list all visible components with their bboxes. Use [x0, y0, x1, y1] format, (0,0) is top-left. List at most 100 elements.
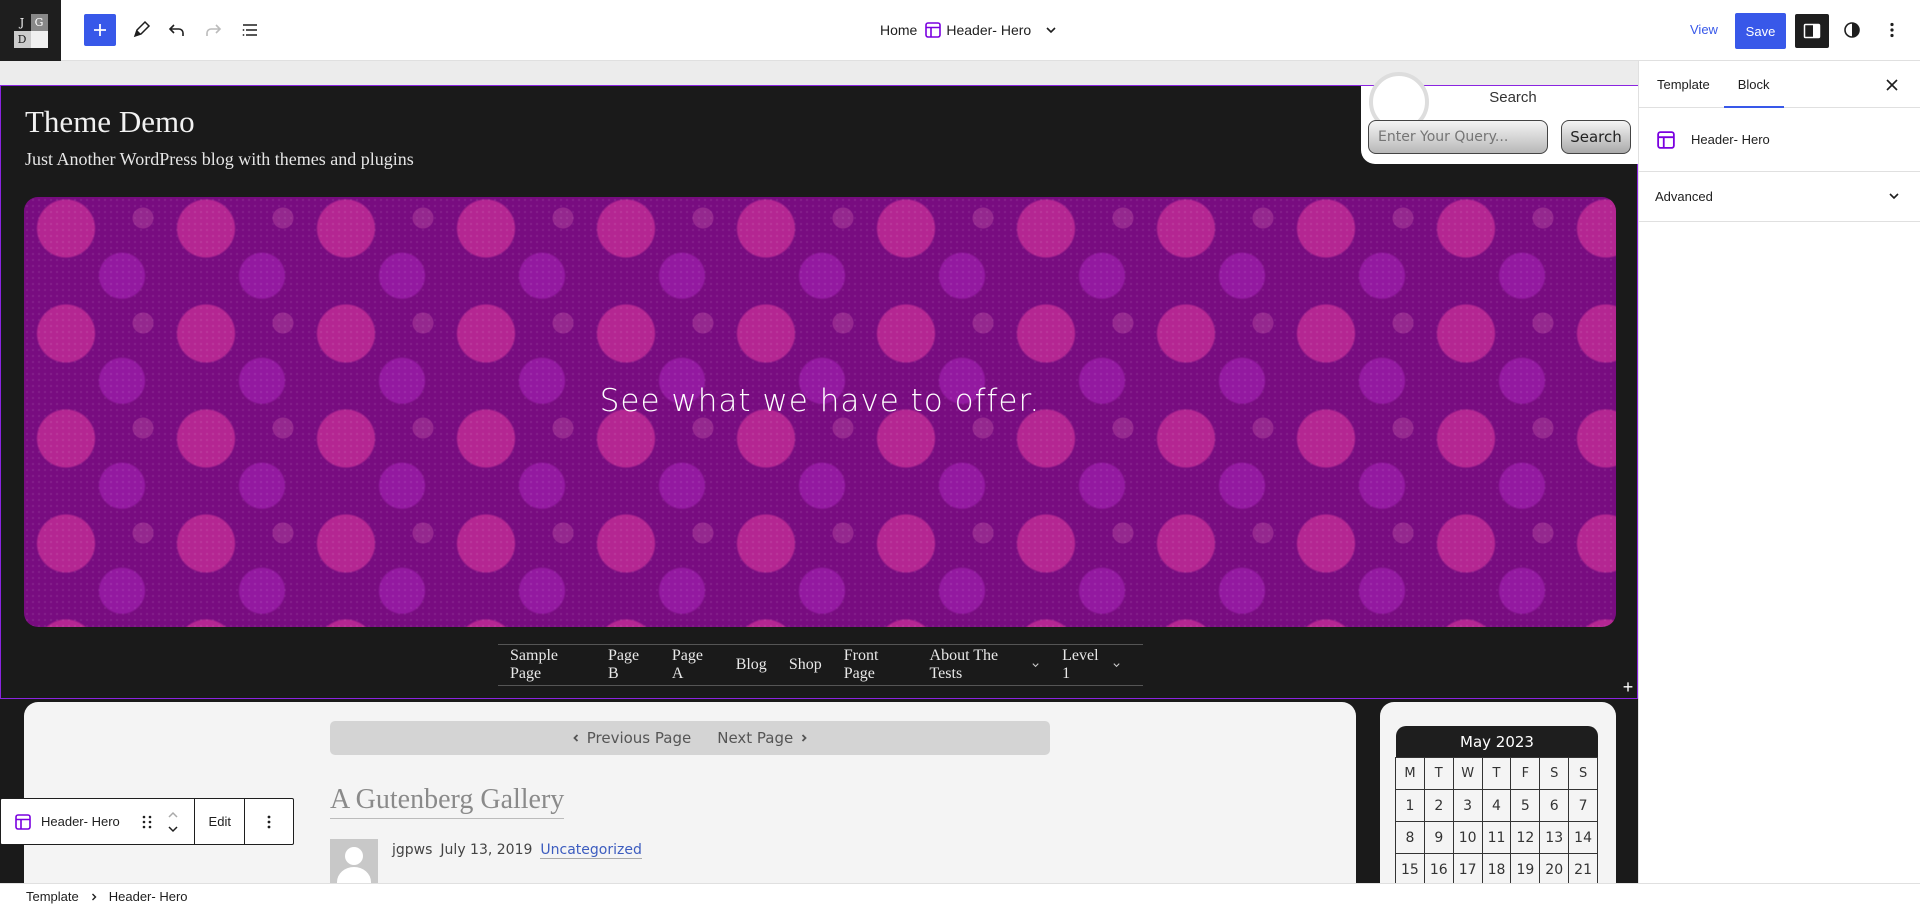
calendar-weekday: S	[1539, 757, 1570, 790]
chevron-down-icon	[1032, 663, 1039, 668]
tools-button[interactable]	[125, 14, 157, 46]
calendar-weekday: T	[1423, 757, 1454, 790]
post-date: July 13, 2019	[440, 842, 533, 858]
post-title[interactable]: A Gutenberg Gallery	[330, 784, 565, 819]
breadcrumb-template[interactable]: Template	[26, 889, 79, 904]
calendar-day: 20	[1539, 853, 1570, 883]
search-label: Search	[1489, 89, 1537, 106]
calendar-weekday: T	[1481, 757, 1512, 790]
calendar-day: 11	[1481, 821, 1512, 854]
options-button[interactable]	[1876, 14, 1908, 46]
hero-cover[interactable]: See what we have to offer.	[24, 197, 1616, 627]
contrast-icon	[1844, 22, 1860, 38]
calendar-day: 13	[1539, 821, 1570, 854]
template-title[interactable]: Header- Hero	[925, 22, 1031, 38]
move-buttons	[167, 811, 179, 833]
search-button[interactable]: Search	[1561, 120, 1631, 154]
chevron-down-icon[interactable]	[167, 825, 179, 833]
calendar-day: 5	[1510, 789, 1541, 822]
more-vertical-icon	[267, 815, 271, 828]
settings-toggle-button[interactable]	[1795, 14, 1829, 48]
document-title[interactable]: Home Header- Hero	[880, 14, 1059, 46]
block-name: Header- Hero	[41, 814, 120, 829]
calendar-day: 19	[1510, 853, 1541, 883]
nav-item[interactable]: Shop	[789, 656, 822, 674]
logo-letter: G	[30, 13, 48, 31]
chevron-right-icon	[91, 893, 97, 900]
nav-item-label: Level 1	[1062, 647, 1099, 682]
chevron-down-icon	[1113, 663, 1120, 668]
calendar-day: 7	[1568, 789, 1598, 822]
close-icon[interactable]	[1882, 75, 1902, 95]
tab-block[interactable]: Block	[1723, 61, 1784, 108]
nav-item-submenu[interactable]: Level 1	[1062, 647, 1121, 683]
breadcrumb-current[interactable]: Header- Hero	[109, 889, 188, 904]
editor-header: J G D Home Header- Hero View Save	[0, 0, 1920, 61]
undo-icon	[168, 24, 184, 36]
view-link[interactable]: View	[1690, 14, 1718, 46]
post-author[interactable]: jgpws	[392, 842, 432, 858]
block-inserter-button[interactable]	[84, 14, 116, 46]
nav-item-label: About The Tests	[929, 647, 999, 682]
redo-button[interactable]	[197, 14, 229, 46]
template-part-icon	[15, 813, 31, 830]
navigation-menu: Sample Page Page B Page A Blog Shop Fron…	[498, 644, 1143, 686]
site-logo-button[interactable]: J G D	[0, 0, 61, 61]
site-title[interactable]: Theme Demo	[25, 104, 195, 140]
search-input[interactable]	[1368, 120, 1548, 154]
more-vertical-icon	[1890, 22, 1894, 38]
block-switcher[interactable]: Header- Hero	[1, 799, 126, 844]
chevron-right-icon	[802, 734, 808, 742]
add-block-icon[interactable]: +	[1619, 678, 1637, 696]
header-hero-block[interactable]: Theme Demo Just Another WordPress blog w…	[0, 72, 1638, 699]
nav-item-label: Shop	[788, 656, 822, 673]
previous-page-label: Previous Page	[586, 729, 692, 747]
nav-item-submenu[interactable]: About The Tests	[930, 647, 1041, 683]
nav-item[interactable]: Front Page	[844, 647, 908, 683]
nav-item[interactable]: Page A	[672, 647, 714, 683]
next-page-link[interactable]: Next Page	[717, 729, 809, 747]
calendar-weekday: M	[1395, 757, 1425, 790]
calendar-weekday: S	[1568, 757, 1598, 790]
template-part-icon	[925, 22, 942, 38]
document-overview-button[interactable]	[234, 14, 266, 46]
advanced-panel-toggle[interactable]: Advanced	[1639, 172, 1920, 222]
block-options-button[interactable]	[245, 799, 293, 844]
chevron-left-icon	[572, 734, 578, 742]
calendar-day: 16	[1423, 853, 1454, 883]
chevron-down-icon[interactable]	[1043, 22, 1059, 38]
site-tagline[interactable]: Just Another WordPress blog with themes …	[25, 149, 414, 170]
hero-heading[interactable]: See what we have to offer.	[24, 383, 1616, 419]
calendar: May 2023 M T W T F S S 1 2 3 4 5 6 7 8 9 10 11 12 13 14 15 16 1…	[1395, 726, 1598, 883]
main-content: Previous Page Next Page A Gutenberg Gall…	[24, 702, 1356, 883]
nav-item-label: Page B	[607, 647, 640, 682]
styles-button[interactable]	[1836, 14, 1868, 46]
plus-icon	[94, 24, 106, 36]
nav-item[interactable]: Page B	[608, 647, 650, 683]
block-card: Header- Hero	[1639, 108, 1920, 172]
breadcrumb-home[interactable]: Home	[880, 22, 917, 38]
post-category[interactable]: Uncategorized	[540, 842, 642, 859]
redo-icon	[206, 24, 222, 36]
chevron-down-icon	[1889, 193, 1899, 200]
logo-letter: J	[13, 13, 31, 31]
site-canvas: Theme Demo Just Another WordPress blog w…	[0, 72, 1638, 883]
drag-handle-icon[interactable]	[141, 814, 153, 830]
sidebar-widgets: May 2023 M T W T F S S 1 2 3 4 5 6 7 8 9 10 11 12 13 14 15 16 1…	[1380, 702, 1616, 883]
undo-button[interactable]	[161, 14, 193, 46]
nav-item[interactable]: Blog	[736, 656, 767, 674]
calendar-weekday: W	[1452, 757, 1483, 790]
calendar-day: 14	[1568, 821, 1598, 854]
save-button[interactable]: Save	[1735, 13, 1786, 49]
site-logo: J G D	[13, 13, 48, 48]
edit-button[interactable]: Edit	[195, 799, 246, 844]
calendar-day: 21	[1568, 853, 1598, 883]
advanced-label: Advanced	[1655, 189, 1713, 204]
tab-template[interactable]: Template	[1643, 61, 1724, 107]
nav-item[interactable]: Sample Page	[510, 647, 586, 683]
search-block: Search Search	[1361, 72, 1638, 164]
block-card-title: Header- Hero	[1691, 132, 1770, 147]
previous-page-link[interactable]: Previous Page	[571, 729, 691, 747]
chevron-up-icon[interactable]	[167, 811, 179, 819]
calendar-day: 18	[1481, 853, 1512, 883]
